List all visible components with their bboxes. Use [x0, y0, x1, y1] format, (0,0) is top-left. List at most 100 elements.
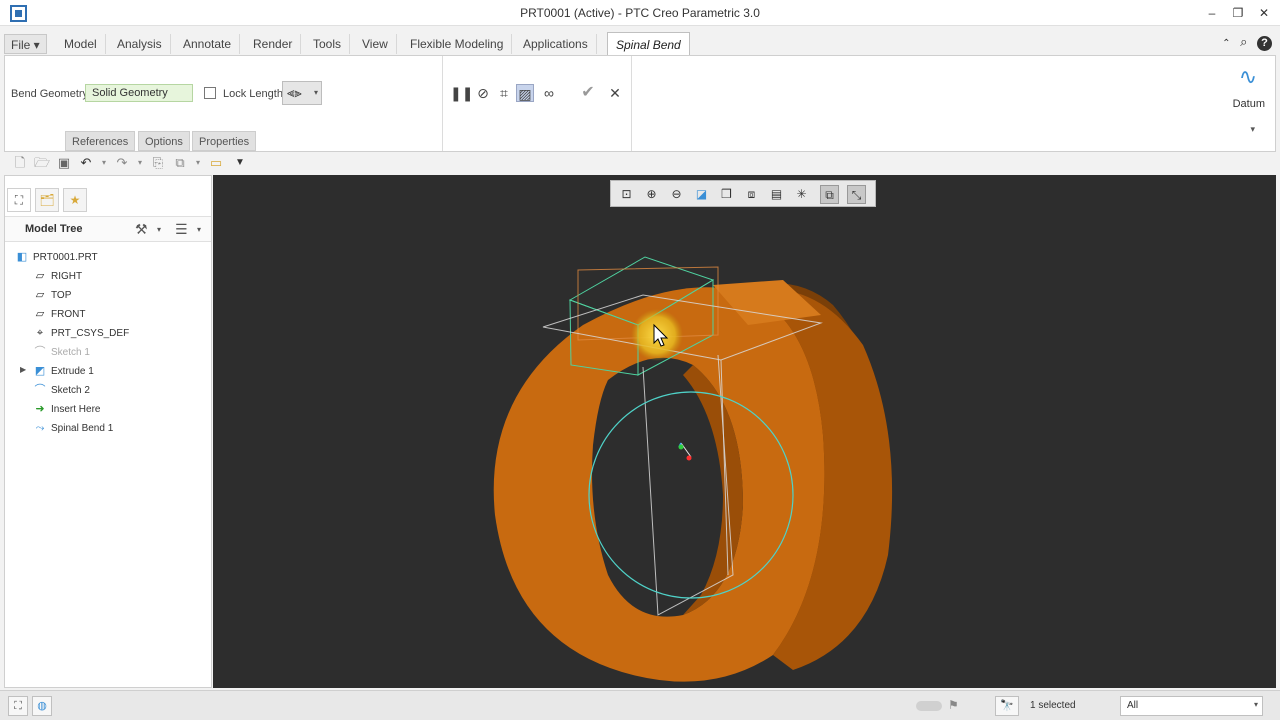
- tree-item-front[interactable]: ▱ FRONT: [33, 305, 86, 323]
- tree-item-extrude-1[interactable]: ◩ Extrude 1: [33, 362, 94, 380]
- expand-arrow-icon[interactable]: ▶: [20, 365, 26, 374]
- tree-item-csys[interactable]: ⌖ PRT_CSYS_DEF: [33, 324, 129, 342]
- tab-flexible-modeling[interactable]: Flexible Modeling: [402, 34, 513, 54]
- model-tree-header: Model Tree ⚒ ▾ ☰ ▾: [5, 216, 211, 242]
- tab-annotate[interactable]: Annotate: [175, 34, 241, 54]
- subtab-options[interactable]: Options: [138, 131, 190, 151]
- tree-item-right[interactable]: ▱ RIGHT: [33, 267, 82, 285]
- cancel-x-icon[interactable]: ✕: [606, 84, 624, 102]
- tree-item-sketch-2[interactable]: ⌒ Sketch 2: [33, 381, 90, 399]
- minimize-icon[interactable]: –: [1201, 4, 1223, 22]
- datum-display-icon[interactable]: ✳: [792, 185, 811, 204]
- tree-item-sketch-1[interactable]: ⌒ Sketch 1: [33, 343, 90, 361]
- refit-icon[interactable]: ⊡: [617, 185, 636, 204]
- navigator-panel: ⛶ 🗂 ★ Model Tree ⚒ ▾ ☰ ▾ ◧ PRT0001.PRT ▱ R…: [4, 175, 212, 688]
- selection-filter[interactable]: All ▾: [1120, 696, 1263, 716]
- zoom-out-icon[interactable]: ⊖: [667, 185, 686, 204]
- length-option-dropdown[interactable]: ⫷⫸ ▾: [282, 81, 322, 105]
- tab-view[interactable]: View: [354, 34, 397, 54]
- graphics-viewport[interactable]: ⊡ ⊕ ⊖ ◪ ❒ ⧈ ▤ ✳ ⧉ ⤡: [213, 175, 1276, 688]
- save-icon[interactable]: ▣: [56, 155, 72, 171]
- display-style-icon[interactable]: ❒: [717, 185, 736, 204]
- lock-length-label: Lock Length: [223, 88, 283, 100]
- zoom-in-icon[interactable]: ⊕: [642, 185, 661, 204]
- spin-center-icon[interactable]: ⤡: [847, 185, 866, 204]
- attached-preview-icon[interactable]: ⌗: [495, 84, 513, 102]
- ribbon-divider: [442, 56, 443, 151]
- tab-model[interactable]: Model: [56, 34, 106, 54]
- minimize-ribbon-icon[interactable]: ⌃: [1222, 38, 1230, 49]
- lock-length-checkbox[interactable]: [204, 87, 216, 99]
- show-navigator-icon[interactable]: ⛶: [8, 696, 28, 716]
- undo-icon[interactable]: ↶: [78, 155, 94, 171]
- graphics-toolbar: ⊡ ⊕ ⊖ ◪ ❒ ⧈ ▤ ✳ ⧉ ⤡: [610, 180, 876, 207]
- model-tree-tab-icon[interactable]: ⛶: [7, 188, 31, 212]
- restore-icon[interactable]: ❐: [1227, 4, 1249, 22]
- subtab-references[interactable]: References: [65, 131, 136, 151]
- flag-icon[interactable]: ⚑: [948, 698, 959, 712]
- favorites-tab-icon[interactable]: ★: [63, 188, 87, 212]
- tab-applications[interactable]: Applications: [515, 34, 597, 54]
- ribbon-tabs: File ▾ Model Analysis Annotate Render To…: [0, 32, 1280, 56]
- ok-check-icon[interactable]: ✔: [579, 84, 597, 102]
- tree-filter-icon[interactable]: ☰: [175, 221, 188, 238]
- chevron-down-icon[interactable]: ▾: [96, 155, 112, 171]
- chevron-down-icon: ▾: [1253, 700, 1258, 709]
- chevron-down-icon[interactable]: ▾: [1250, 124, 1255, 135]
- chevron-down-icon: ▾: [313, 88, 318, 97]
- view-manager-icon[interactable]: ▤: [767, 185, 786, 204]
- no-preview-icon[interactable]: ⊘: [474, 84, 492, 102]
- close-icon[interactable]: ✕: [1253, 4, 1275, 22]
- search-icon[interactable]: ⌕: [1240, 34, 1247, 50]
- part-icon: ◧: [16, 251, 28, 263]
- tab-tools[interactable]: Tools: [305, 34, 351, 54]
- windows-icon[interactable]: ⧉: [172, 155, 188, 171]
- subtab-properties[interactable]: Properties: [192, 131, 257, 151]
- tab-analysis[interactable]: Analysis: [109, 34, 171, 54]
- verify-icon[interactable]: ∞: [540, 84, 558, 102]
- chevron-down-icon[interactable]: ▾: [190, 155, 206, 171]
- tree-item-insert-here[interactable]: ➜ Insert Here: [33, 400, 100, 418]
- bend-geometry-label: Bend Geometry: [11, 88, 89, 100]
- ribbon-divider: [631, 56, 632, 151]
- pause-icon[interactable]: ❚❚: [450, 84, 473, 102]
- annotation-display-icon[interactable]: ⧉: [820, 185, 839, 204]
- tab-render[interactable]: Render: [245, 34, 302, 54]
- help-icon[interactable]: ?: [1257, 36, 1272, 51]
- sketch-icon: ⌒: [34, 346, 46, 358]
- redo-icon[interactable]: ↷: [114, 155, 130, 171]
- find-icon[interactable]: 🔭: [995, 696, 1019, 716]
- sketch-icon: ⌒: [34, 384, 46, 396]
- tab-file[interactable]: File ▾: [4, 34, 47, 54]
- new-file-icon[interactable]: 🗋: [12, 155, 28, 171]
- csys-icon: ⌖: [36, 327, 44, 339]
- chevron-down-icon[interactable]: ▾: [197, 225, 201, 234]
- detached-preview-icon[interactable]: ▨: [516, 84, 534, 102]
- tab-spinal-bend[interactable]: Spinal Bend: [607, 32, 690, 56]
- close-window-icon[interactable]: ▭: [208, 155, 224, 171]
- ribbon-panel: Bend Geometry Solid Geometry Lock Length…: [4, 55, 1276, 152]
- datum-icon[interactable]: ∿: [1233, 64, 1263, 90]
- tree-item-spinal-bend-1[interactable]: ⤳ Spinal Bend 1: [33, 419, 114, 437]
- customize-toolbar-icon[interactable]: ▼: [232, 155, 248, 171]
- repaint-icon[interactable]: ◪: [692, 185, 711, 204]
- regeneration-status-icon: [916, 701, 942, 711]
- quick-access-toolbar: 🗋 🗁 ▣ ↶ ▾ ↷ ▾ ⎘ ⧉ ▾ ▭ ▼: [0, 152, 245, 174]
- folder-browser-tab-icon[interactable]: 🗂: [35, 188, 59, 212]
- tree-settings-icon[interactable]: ⚒: [135, 221, 148, 238]
- datum-label[interactable]: Datum: [1233, 98, 1265, 110]
- align-icon: ⫷⫸: [287, 85, 302, 100]
- show-browser-icon[interactable]: ◍: [32, 696, 52, 716]
- chevron-down-icon[interactable]: ▾: [132, 155, 148, 171]
- tree-item-top[interactable]: ▱ TOP: [33, 286, 72, 304]
- chevron-down-icon[interactable]: ▾: [157, 225, 161, 234]
- status-bar: ⛶ ◍ ⚑ 🔭 1 selected All ▾: [0, 690, 1280, 720]
- title-bar: PRT0001 (Active) - PTC Creo Parametric 3…: [0, 0, 1280, 26]
- datum-plane-icon: ▱: [35, 270, 45, 282]
- tree-item-part[interactable]: ◧ PRT0001.PRT: [15, 248, 98, 266]
- regenerate-icon[interactable]: ⎘: [150, 155, 166, 171]
- model-scene[interactable]: [213, 175, 1276, 688]
- saved-orientations-icon[interactable]: ⧈: [742, 185, 761, 204]
- bend-geometry-collector[interactable]: Solid Geometry: [85, 84, 193, 102]
- open-file-icon[interactable]: 🗁: [34, 155, 50, 171]
